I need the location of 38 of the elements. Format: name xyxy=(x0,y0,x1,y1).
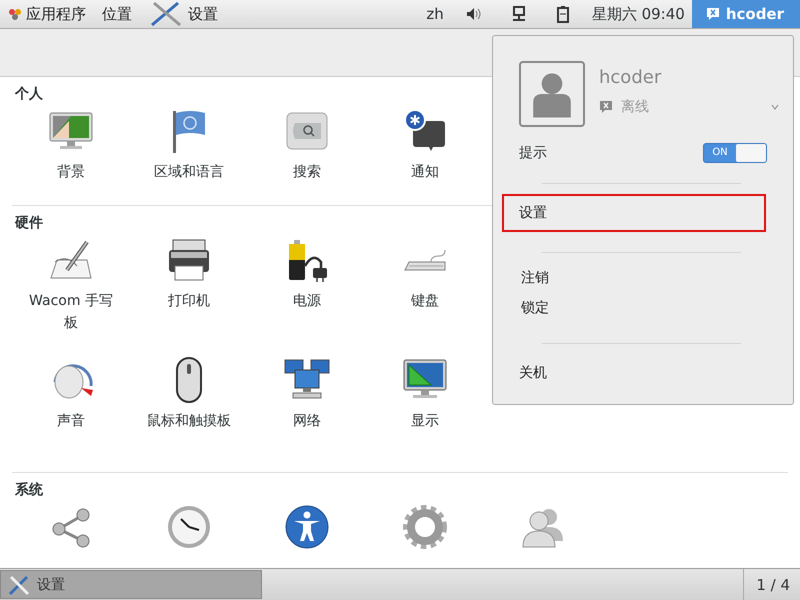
chevron-down-icon[interactable] xyxy=(771,104,779,110)
settings-panel-item[interactable]: 通知 xyxy=(366,107,484,183)
menu-item[interactable]: 注销 xyxy=(502,263,766,293)
applications-menu[interactable]: 应用程序 xyxy=(0,0,94,28)
settings-panel-item[interactable]: Wacom 手写板 xyxy=(12,236,130,334)
settings-panel-item[interactable]: 打印机 xyxy=(130,236,248,334)
clock-icon xyxy=(165,503,213,551)
section-heading: 硬件 xyxy=(15,214,43,232)
settings-panel-item[interactable]: 显示 xyxy=(366,356,484,432)
settings-panel-item[interactable]: 区域和语言 xyxy=(130,107,248,183)
menu-item[interactable]: 关机 xyxy=(502,354,766,392)
settings-panel-item[interactable]: 声音 xyxy=(12,356,130,432)
input-method-indicator[interactable]: zh xyxy=(419,5,451,23)
chat-status-icon xyxy=(599,100,613,114)
gear-icon xyxy=(401,503,449,551)
apps-icon xyxy=(8,7,22,21)
accessibility-icon xyxy=(283,503,331,551)
app-menu[interactable]: 设置 xyxy=(140,0,226,28)
section-heading: 个人 xyxy=(15,85,43,103)
avatar-silhouette xyxy=(519,61,585,127)
places-menu[interactable]: 位置 xyxy=(94,0,140,28)
settings-panel-item[interactable]: 背景 xyxy=(12,107,130,183)
tools-icon xyxy=(148,1,184,27)
tools-icon xyxy=(7,574,31,596)
user-name: hcoder xyxy=(599,67,662,88)
window-list-button[interactable]: 设置 xyxy=(0,570,262,599)
settings-panel-item[interactable]: 电源 xyxy=(248,236,366,334)
notifications-label: 提示 xyxy=(519,144,547,162)
chat-status-icon xyxy=(706,7,720,21)
section-heading: 系统 xyxy=(15,481,43,499)
settings-panel-item[interactable]: 网络 xyxy=(248,356,366,432)
menu-item[interactable]: 锁定 xyxy=(502,293,766,323)
settings-panel-item[interactable]: 搜索 xyxy=(248,107,366,183)
menu-item[interactable]: 设置 xyxy=(502,194,766,232)
workspace-indicator[interactable]: 1 / 4 xyxy=(743,569,800,600)
settings-panel-item[interactable]: 鼠标和触摸板 xyxy=(130,356,248,432)
settings-panel-item[interactable]: 键盘 xyxy=(366,236,484,334)
clock[interactable]: 星期六 09:40 xyxy=(584,4,692,24)
